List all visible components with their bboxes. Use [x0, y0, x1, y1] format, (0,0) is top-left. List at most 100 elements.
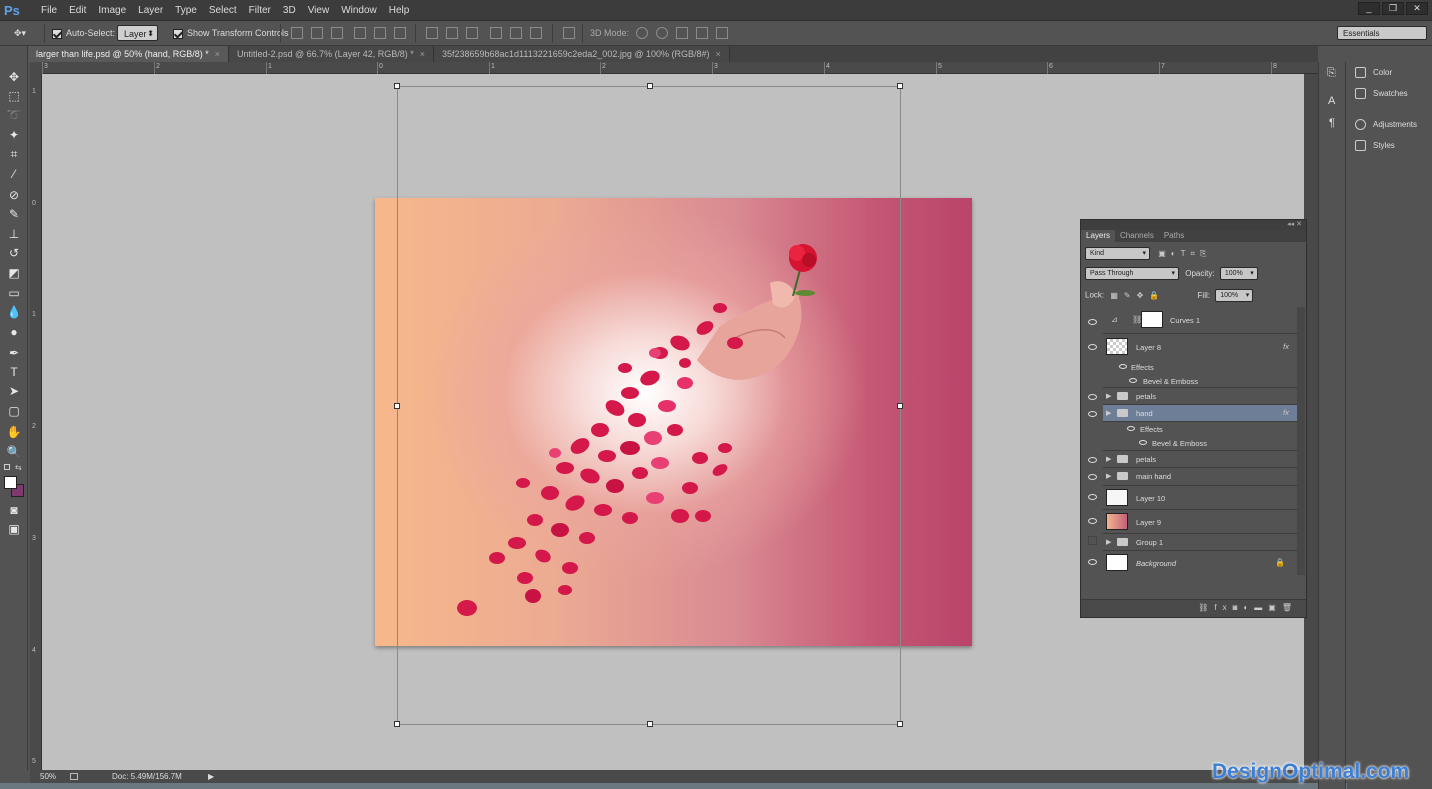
menu-window[interactable]: Window — [335, 0, 383, 21]
menu-file[interactable]: File — [35, 0, 63, 21]
visibility-eye-icon[interactable] — [1088, 494, 1097, 500]
move-tool-icon[interactable]: ✥ — [5, 69, 23, 85]
align-hcenter-icon[interactable] — [374, 27, 386, 39]
visibility-eye-icon[interactable] — [1088, 394, 1097, 400]
menu-view[interactable]: View — [302, 0, 336, 21]
group-row[interactable]: ▶ petals — [1103, 451, 1297, 468]
group-row[interactable]: ▶ main hand — [1103, 468, 1297, 486]
menu-layer[interactable]: Layer — [132, 0, 169, 21]
align-top-icon[interactable] — [291, 27, 303, 39]
layers-scrollbar[interactable] — [1297, 307, 1305, 575]
new-layer-icon[interactable]: ▣ — [1268, 603, 1282, 612]
dock-color[interactable]: Color — [1355, 66, 1392, 80]
path-selection-tool-icon[interactable]: ➤ — [5, 383, 23, 399]
group-row-selected[interactable]: ▶ hand fx — [1103, 405, 1297, 422]
menu-help[interactable]: Help — [383, 0, 416, 21]
distribute-hcenter-icon[interactable] — [510, 27, 522, 39]
menu-3d[interactable]: 3D — [277, 0, 302, 21]
eyedropper-tool-icon[interactable]: ⁄ — [5, 166, 23, 182]
effects-row[interactable]: Effects — [1103, 360, 1297, 374]
dodge-tool-icon[interactable]: ● — [5, 324, 23, 340]
layer-row[interactable]: Background 🔒 — [1103, 551, 1297, 575]
eraser-tool-icon[interactable]: ◩ — [5, 265, 23, 281]
character-panel-icon[interactable]: A — [1328, 95, 1335, 107]
transform-handle[interactable] — [394, 83, 400, 89]
vertical-ruler[interactable]: 1 0 1 2 3 4 5 — [30, 74, 42, 770]
history-panel-icon[interactable]: ⎘ — [1327, 67, 1336, 80]
tab-close-icon[interactable]: × — [716, 49, 721, 59]
zoom-tool-icon[interactable]: 🔍 — [5, 444, 23, 460]
auto-select-target-dropdown[interactable]: Layer — [117, 25, 158, 42]
new-group-icon[interactable]: ▬ — [1254, 603, 1268, 612]
transform-handle[interactable] — [897, 403, 903, 409]
effect-row[interactable]: Bevel & Emboss — [1103, 374, 1297, 388]
layer-row[interactable]: ⊿ ⛓ Curves 1 — [1103, 307, 1297, 334]
layer-mask-thumbnail[interactable] — [1141, 311, 1163, 328]
visibility-eye-icon[interactable] — [1088, 474, 1097, 480]
visibility-eye-icon[interactable] — [1088, 518, 1097, 524]
tab-channels[interactable]: Channels — [1115, 230, 1159, 242]
expand-arrow-icon[interactable]: ▶ — [1106, 409, 1111, 417]
hand-tool-icon[interactable]: ✋ — [5, 424, 23, 440]
tab-paths[interactable]: Paths — [1159, 230, 1189, 242]
visibility-eye-icon[interactable] — [1088, 319, 1097, 325]
effects-eye-icon[interactable] — [1127, 426, 1135, 431]
visibility-eye-icon[interactable] — [1088, 457, 1097, 463]
shape-tool-icon[interactable]: ▢ — [5, 403, 23, 419]
layer-row[interactable]: Layer 9 — [1103, 510, 1297, 534]
layer-row[interactable]: Layer 10 — [1103, 486, 1297, 510]
filter-icons[interactable]: ▣◐T⌗⎘ — [1158, 249, 1211, 258]
3d-scale-icon[interactable] — [716, 27, 728, 39]
transform-handle[interactable] — [647, 83, 653, 89]
group-row[interactable]: ▶ petals — [1103, 388, 1297, 405]
show-transform-controls-checkbox[interactable]: Show Transform Controls — [173, 25, 289, 41]
healing-brush-tool-icon[interactable]: ⊘ — [5, 187, 23, 203]
menu-edit[interactable]: Edit — [63, 0, 92, 21]
document-tab[interactable]: larger than life.psd @ 50% (hand, RGB/8)… — [28, 46, 229, 62]
delete-layer-icon[interactable]: 🗑 — [1282, 603, 1298, 612]
visibility-eye-icon[interactable] — [1088, 411, 1097, 417]
pen-tool-icon[interactable]: ✒ — [5, 345, 23, 361]
new-adjustment-icon[interactable]: ◐ — [1243, 603, 1254, 612]
type-tool-icon[interactable]: T — [5, 364, 23, 380]
align-vcenter-icon[interactable] — [311, 27, 323, 39]
effect-eye-icon[interactable] — [1139, 440, 1147, 445]
visibility-eye-icon[interactable] — [1088, 344, 1097, 350]
distribute-top-icon[interactable] — [426, 27, 438, 39]
distribute-vcenter-icon[interactable] — [446, 27, 458, 39]
effect-row[interactable]: Bevel & Emboss — [1103, 436, 1297, 451]
add-style-icon[interactable]: fx — [1214, 603, 1232, 612]
link-layers-icon[interactable]: ⛓ — [1198, 603, 1214, 612]
distribute-left-icon[interactable] — [490, 27, 502, 39]
swap-colors-icon[interactable]: ⇆ — [15, 463, 22, 472]
zoom-level[interactable]: 50% — [40, 770, 56, 783]
crop-tool-icon[interactable]: ⌗ — [5, 146, 23, 162]
expand-arrow-icon[interactable]: ▶ — [1106, 455, 1111, 463]
expand-arrow-icon[interactable]: ▶ — [1106, 538, 1111, 546]
close-window-button[interactable]: ✕ — [1406, 2, 1428, 15]
dock-swatches[interactable]: Swatches — [1355, 87, 1408, 101]
panel-collapse-bar[interactable]: ◂◂ ✕ — [1081, 220, 1306, 230]
menu-filter[interactable]: Filter — [243, 0, 277, 21]
dock-adjustments[interactable]: Adjustments — [1355, 118, 1417, 132]
restore-button[interactable]: ❐ — [1382, 2, 1404, 15]
status-menu-arrow-icon[interactable]: ▶ — [208, 770, 214, 783]
expand-arrow-icon[interactable]: ▶ — [1106, 392, 1111, 400]
transform-handle[interactable] — [394, 721, 400, 727]
effects-row[interactable]: Effects — [1103, 422, 1297, 436]
3d-slide-icon[interactable] — [696, 27, 708, 39]
marquee-tool-icon[interactable]: ⬚ — [5, 88, 23, 104]
foreground-color-swatch[interactable] — [4, 476, 17, 489]
3d-pan-icon[interactable] — [676, 27, 688, 39]
move-tool-preset-icon[interactable]: ✥▾ — [14, 25, 26, 41]
auto-align-layers-icon[interactable] — [563, 27, 575, 39]
layer-effects-icon[interactable]: fx — [1283, 408, 1289, 417]
filter-kind-dropdown[interactable]: Kind — [1085, 247, 1150, 260]
clone-stamp-tool-icon[interactable]: ⊥ — [5, 226, 23, 242]
3d-rotate-icon[interactable] — [636, 27, 648, 39]
effects-eye-icon[interactable] — [1119, 364, 1127, 369]
horizontal-ruler[interactable]: 3 2 1 0 1 2 3 4 5 6 7 8 — [42, 62, 1318, 74]
gradient-tool-icon[interactable]: ▭ — [5, 285, 23, 301]
distribute-right-icon[interactable] — [530, 27, 542, 39]
lasso-tool-icon[interactable]: ➰ — [5, 107, 23, 123]
